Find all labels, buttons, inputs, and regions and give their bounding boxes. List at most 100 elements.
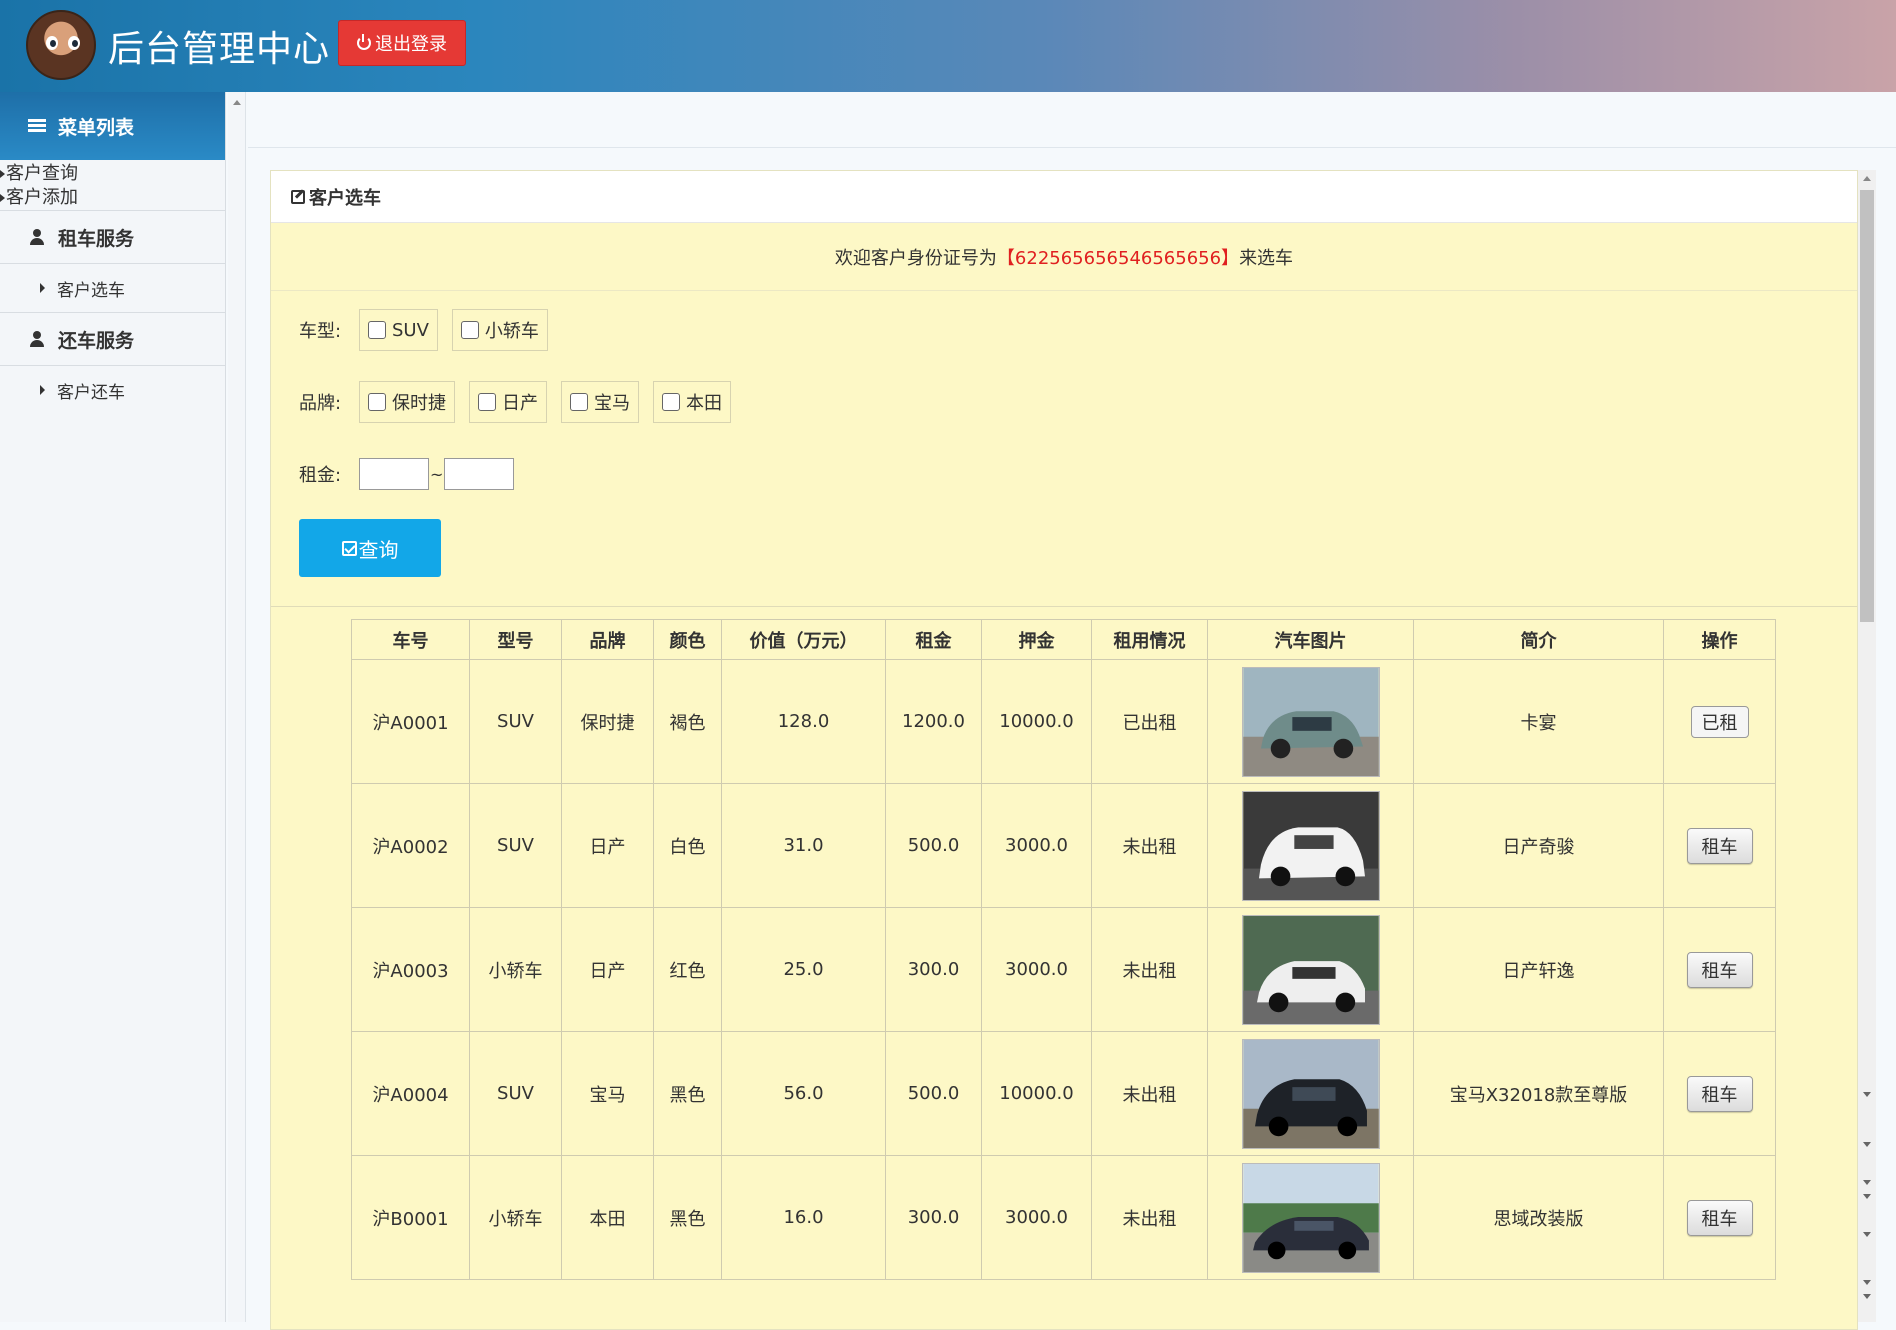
- car-status: 未出租: [1091, 1031, 1208, 1156]
- car-deposit: 10000.0: [981, 1031, 1092, 1156]
- car-table: 车号 型号 品牌 颜色 价值（万元） 租金 押金 租用情况 汽车图片 简介 操作…: [351, 619, 1776, 1280]
- action-cell: 租车: [1663, 907, 1776, 1032]
- brand-checkbox-porsche[interactable]: 保时捷: [359, 381, 455, 423]
- car-value: 31.0: [721, 783, 886, 908]
- car-brand: 日产: [561, 907, 654, 1032]
- rent-button[interactable]: 租车: [1686, 1075, 1753, 1112]
- sidebar-item-label: 客户还车: [57, 382, 125, 403]
- car-image-cell: [1207, 1155, 1414, 1280]
- checkbox[interactable]: [570, 393, 588, 411]
- welcome-suffix: 来选车: [1239, 247, 1294, 269]
- car-photo: [1241, 666, 1380, 777]
- car-status: 已出租: [1091, 659, 1208, 784]
- car-color: 褐色: [653, 659, 722, 784]
- car-photo: [1241, 1038, 1380, 1149]
- car-brand: 宝马: [561, 1031, 654, 1156]
- car-rent: 300.0: [885, 907, 982, 1032]
- brand-checkbox-bmw[interactable]: 宝马: [561, 381, 639, 423]
- col-header: 型号: [469, 619, 562, 660]
- rent-min-input[interactable]: [359, 458, 429, 490]
- car-model: 小轿车: [469, 907, 562, 1032]
- rent-button[interactable]: 租车: [1686, 1199, 1753, 1236]
- sidebar-scrollbar[interactable]: [228, 92, 246, 1322]
- query-button[interactable]: 查询: [299, 519, 441, 577]
- checkbox-label: 小轿车: [484, 321, 539, 342]
- top-header: 后台管理中心 退出登录: [0, 0, 1896, 92]
- chevron-down-icon: [1863, 1180, 1871, 1185]
- scroll-up-icon[interactable]: [233, 100, 241, 105]
- menu-title: 菜单列表: [58, 116, 135, 139]
- sidebar: 菜单列表 客户查询 客户添加 租车服务 客户选车 还车服务 客户还车: [0, 92, 226, 1322]
- car-intro: 日产奇骏: [1413, 783, 1664, 908]
- select-car-panel: 客户选车 欢迎客户身份证号为 【622565656546565656】 来选车 …: [270, 170, 1858, 1330]
- check-square-icon: [341, 540, 357, 556]
- sidebar-group-return[interactable]: 还车服务: [0, 312, 225, 366]
- group-title: 租车服务: [58, 227, 135, 250]
- car-intro: 思域改装版: [1413, 1155, 1664, 1280]
- action-cell: 已租: [1663, 659, 1776, 784]
- car-photo: [1241, 790, 1380, 901]
- content-top-strip: [248, 92, 1896, 148]
- car-value: 16.0: [721, 1155, 886, 1280]
- rent-button[interactable]: 租车: [1686, 827, 1753, 864]
- car-model: SUV: [469, 783, 562, 908]
- brand-checkbox-nissan[interactable]: 日产: [469, 381, 547, 423]
- caret-right-icon: [40, 283, 45, 293]
- car-photo: [1241, 1162, 1380, 1273]
- user-icon: [30, 229, 44, 245]
- car-intro: 日产轩逸: [1413, 907, 1664, 1032]
- type-checkbox-sedan[interactable]: 小轿车: [451, 309, 548, 351]
- checkbox[interactable]: [662, 393, 680, 411]
- logout-button[interactable]: 退出登录: [338, 20, 466, 66]
- car-no: 沪A0002: [351, 783, 470, 908]
- action-cell: 租车: [1663, 783, 1776, 908]
- sidebar-link-customer-query[interactable]: 客户查询: [0, 162, 225, 186]
- car-status: 未出租: [1091, 1155, 1208, 1280]
- car-model: 小轿车: [469, 1155, 562, 1280]
- table-row: 沪A0003 小轿车 日产 红色 25.0 300.0 3000.0 未出租 日…: [351, 907, 1776, 1032]
- table-header-row: 车号 型号 品牌 颜色 价值（万元） 租金 押金 租用情况 汽车图片 简介 操作: [351, 619, 1776, 660]
- brand-checkbox-honda[interactable]: 本田: [653, 381, 731, 423]
- col-header: 价值（万元）: [721, 619, 886, 660]
- brand-label: 品牌:: [299, 393, 342, 414]
- rent-max-input[interactable]: [444, 458, 515, 490]
- car-color: 白色: [653, 783, 722, 908]
- table-row: 沪A0004 SUV 宝马 黑色 56.0 500.0 10000.0 未出租 …: [351, 1031, 1776, 1156]
- table-row: 沪A0001 SUV 保时捷 褐色 128.0 1200.0 10000.0 已…: [351, 659, 1776, 784]
- welcome-prefix: 欢迎客户身份证号为: [834, 247, 997, 269]
- type-checkbox-suv[interactable]: SUV: [359, 309, 438, 351]
- action-cell: 租车: [1663, 1031, 1776, 1156]
- col-header: 操作: [1663, 619, 1776, 660]
- type-filter-row: 车型: SUV 小轿车: [299, 309, 1857, 351]
- table-row: 沪A0002 SUV 日产 白色 31.0 500.0 3000.0 未出租 日…: [351, 783, 1776, 908]
- checkbox[interactable]: [368, 321, 386, 339]
- checkbox-label: 本田: [686, 393, 722, 414]
- rent-button[interactable]: 租车: [1686, 951, 1753, 988]
- checkbox[interactable]: [460, 321, 479, 339]
- sidebar-link-customer-add[interactable]: 客户添加: [0, 186, 225, 210]
- sidebar-item-return-car[interactable]: 客户还车: [0, 366, 225, 414]
- car-intro: 卡宴: [1413, 659, 1664, 784]
- content-scrollbar[interactable]: [1858, 170, 1876, 1322]
- sidebar-group-rent[interactable]: 租车服务: [0, 210, 225, 264]
- panel-header: 客户选车: [271, 171, 1857, 223]
- car-rent: 300.0: [885, 1155, 982, 1280]
- quick-links: 客户查询 客户添加: [0, 160, 225, 210]
- power-icon: [357, 34, 371, 50]
- user-icon: [30, 331, 44, 347]
- col-header: 简介: [1413, 619, 1664, 660]
- car-model: SUV: [469, 1031, 562, 1156]
- scroll-up-icon[interactable]: [1863, 176, 1871, 181]
- car-no: 沪A0004: [351, 1031, 470, 1156]
- car-rent: 1200.0: [885, 659, 982, 784]
- sidebar-item-select-car[interactable]: 客户选车: [0, 264, 225, 312]
- query-label: 查询: [358, 539, 399, 562]
- checkbox[interactable]: [478, 393, 496, 411]
- car-deposit: 3000.0: [981, 1155, 1092, 1280]
- list-icon: [28, 119, 46, 133]
- checkbox[interactable]: [368, 393, 386, 411]
- app-title: 后台管理中心: [108, 29, 331, 70]
- car-image-cell: [1207, 659, 1414, 784]
- rented-button[interactable]: 已租: [1690, 705, 1749, 738]
- scrollbar-thumb[interactable]: [1860, 190, 1874, 622]
